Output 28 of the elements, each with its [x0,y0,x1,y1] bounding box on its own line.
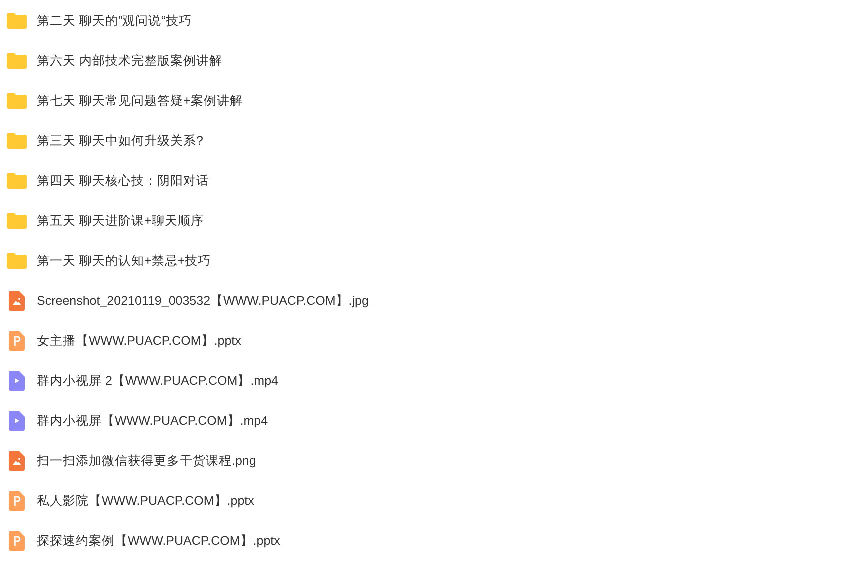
folder-icon [7,53,27,69]
file-name[interactable]: 探探速约案例【WWW.PUACP.COM】.pptx [37,532,280,550]
file-name[interactable]: Screenshot_20210119_003532【WWW.PUACP.COM】.jpg [37,292,369,310]
file-name[interactable]: 第六天 内部技术完整版案例讲解 [37,52,222,70]
presentation-file-icon [9,331,25,351]
folder-icon [7,253,27,269]
video-file-icon [9,371,25,391]
folder-icon [7,133,27,149]
presentation-file-icon [9,531,25,551]
folder-icon [7,213,27,229]
file-name[interactable]: 群内小视屏 2【WWW.PUACP.COM】.mp4 [37,372,278,390]
folder-icon [7,13,27,29]
image-file-icon [9,291,25,311]
file-name[interactable]: 第三天 聊天中如何升级关系? [37,132,204,150]
file-name[interactable]: 群内小视屏【WWW.PUACP.COM】.mp4 [37,412,268,430]
file-name[interactable]: 第二天 聊天的”观问说“技巧 [37,12,192,30]
video-file-icon [9,411,25,431]
file-name[interactable]: 私人影院【WWW.PUACP.COM】.pptx [37,492,254,510]
presentation-file-icon [9,491,25,511]
file-name[interactable]: 第七天 聊天常见问题答疑+案例讲解 [37,92,243,110]
folder-icon [7,93,27,109]
file-name[interactable]: 女主播【WWW.PUACP.COM】.pptx [37,332,242,350]
folder-icon [7,173,27,189]
file-name[interactable]: 第一天 聊天的认知+禁忌+技巧 [37,252,212,270]
file-name[interactable]: 第四天 聊天核心技：阴阳对话 [37,172,210,190]
image-file-icon [9,451,25,471]
file-name[interactable]: 扫一扫添加微信获得更多干货课程.png [37,452,256,470]
file-name[interactable]: 第五天 聊天进阶课+聊天顺序 [37,212,204,230]
